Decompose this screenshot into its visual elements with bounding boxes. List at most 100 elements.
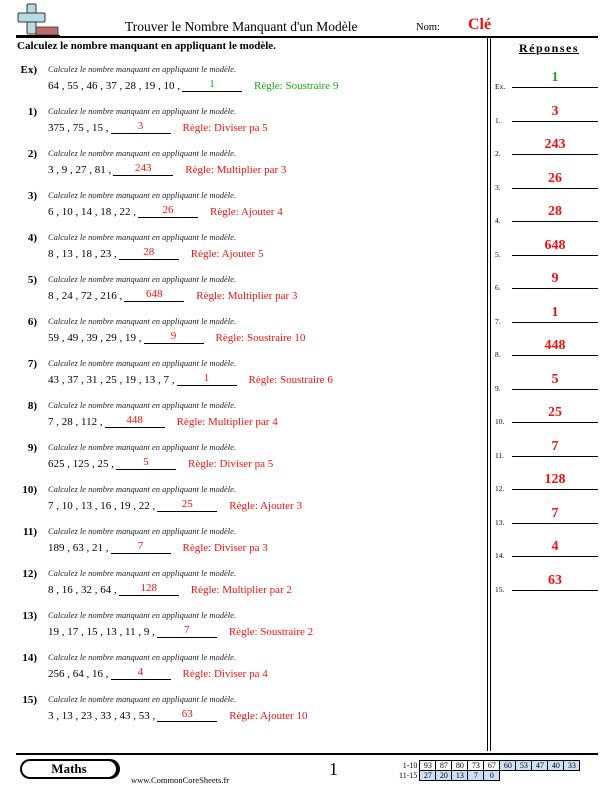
answer-blank[interactable]: 1 — [176, 372, 237, 386]
answer-blank[interactable]: 7 — [156, 624, 217, 638]
problem-number: 9) — [27, 442, 37, 454]
answer-key-label: 11. — [495, 450, 505, 460]
answer-key-value[interactable]: 1 — [512, 70, 598, 86]
answer-key-value[interactable]: 28 — [512, 204, 598, 220]
answer-key-row: 9. 5 — [495, 371, 598, 393]
answer-key-value[interactable]: 1 — [512, 305, 598, 321]
score-cell: 33 — [563, 760, 581, 771]
sequence-line: 625 , 125 , 25 , 5 Règle: Diviser pa 5 — [48, 456, 273, 470]
answer-key-row: 2. 243 — [495, 136, 598, 158]
answer-key-label: 6. — [495, 283, 501, 292]
answer-key-label: 9. — [495, 383, 501, 393]
answer-blank[interactable]: 4 — [110, 666, 171, 680]
pattern-rule: Règle: Diviser pa 3 — [182, 542, 268, 554]
answer-key-value[interactable]: 7 — [512, 506, 598, 522]
problem-prompt: Calculez le nombre manquant en appliquan… — [48, 106, 237, 116]
score-cell: 73 — [467, 760, 485, 771]
sequence-line: 3 , 9 , 27 , 81 , 243 Règle: Multiplier pa… — [48, 162, 286, 176]
problem-prompt: Calculez le nombre manquant en appliquan… — [48, 316, 237, 326]
problem-item: 8) Calculez le nombre manquant en appliqu… — [0, 400, 480, 440]
answer-blank[interactable]: 3 — [110, 120, 171, 134]
pattern-rule: Règle: Soustraire 10 — [215, 332, 306, 344]
answer-key-value[interactable]: 63 — [512, 573, 598, 589]
worksheet-title: Trouver le Nombre Manquant d'un Modèle — [125, 19, 358, 34]
answer-key-value[interactable]: 4 — [512, 539, 598, 555]
number-sequence: 59 , 49 , 39 , 29 , 19 , — [48, 332, 142, 344]
score-cell: 80 — [451, 760, 469, 771]
answer-blank[interactable]: 25 — [157, 498, 218, 512]
subject-badge: Maths — [20, 759, 120, 779]
answer-blank[interactable]: 26 — [138, 204, 198, 218]
problem-prompt: Calculez le nombre manquant en appliquan… — [48, 148, 237, 158]
answer-blank[interactable]: 243 — [113, 162, 174, 176]
problem-number: 13) — [22, 610, 37, 622]
website-link[interactable]: www.CommonCoreSheets.fr — [131, 775, 229, 785]
answer-blank[interactable]: 28 — [118, 246, 179, 260]
answer-key-value[interactable]: 26 — [512, 171, 598, 187]
problem-prompt: Calculez le nombre manquant en appliquan… — [48, 610, 237, 620]
score-cell: 13 — [451, 770, 469, 781]
answer-key-value[interactable]: 9 — [512, 271, 598, 287]
answer-key-value[interactable]: 243 — [512, 137, 598, 153]
pattern-rule: Règle: Diviser pa 5 — [182, 122, 268, 134]
problem-number: 11) — [22, 526, 37, 538]
answer-key-row: 14. 4 — [495, 538, 598, 560]
problem-item: 13) Calculez le nombre manquant en appliq… — [0, 610, 480, 650]
score-cell: 40 — [547, 760, 565, 771]
problem-item: 2) Calculez le nombre manquant en appliqu… — [0, 148, 480, 188]
number-sequence: 3 , 9 , 27 , 81 , — [48, 164, 112, 176]
answer-key-value[interactable]: 25 — [512, 405, 598, 421]
answer-blank[interactable]: 648 — [124, 288, 185, 302]
problem-prompt: Calculez le nombre manquant en appliquan… — [48, 232, 237, 242]
answer-key-label: 8. — [495, 350, 501, 359]
answer-key-line — [512, 422, 598, 423]
number-sequence: 8 , 16 , 32 , 64 , — [48, 584, 117, 596]
answer-key-label: 2. — [495, 149, 501, 158]
answer-key-value[interactable]: 7 — [512, 439, 598, 455]
score-cell-empty — [564, 771, 580, 781]
answer-blank[interactable]: 128 — [118, 582, 179, 596]
problem-prompt: Calculez le nombre manquant en appliquan… — [48, 694, 237, 704]
problem-number: 2) — [27, 148, 37, 160]
answer-blank[interactable]: 448 — [104, 414, 165, 428]
answer-key-value[interactable]: 448 — [512, 338, 598, 354]
answer-key-row: 3. 26 — [495, 170, 598, 192]
answer-key-value[interactable]: 5 — [512, 372, 598, 388]
problem-prompt: Calculez le nombre manquant en appliquan… — [48, 484, 237, 494]
sequence-line: 59 , 49 , 39 , 29 , 19 , 9 Règle: Soustrai… — [48, 330, 305, 344]
answer-blank[interactable]: 5 — [116, 456, 176, 470]
answer-key-value[interactable]: 648 — [512, 238, 598, 254]
answer-blank[interactable]: 63 — [157, 708, 218, 722]
problem-item: 9) Calculez le nombre manquant en appliqu… — [0, 442, 480, 482]
answer-key-row: 7. 1 — [495, 304, 598, 326]
score-cell: 87 — [435, 760, 453, 771]
answer-blank[interactable]: 1 — [182, 78, 242, 92]
pattern-rule: Règle: Ajouter 3 — [229, 500, 302, 512]
answer-key-value[interactable]: 3 — [512, 104, 598, 120]
answer-key-line — [512, 288, 598, 289]
answer-blank[interactable]: 9 — [143, 330, 204, 344]
score-cell-empty — [516, 771, 532, 781]
pattern-rule: Règle: Ajouter 4 — [210, 206, 283, 218]
problem-prompt: Calculez le nombre manquant en appliquan… — [48, 652, 237, 662]
problem-item: 3) Calculez le nombre manquant en appliqu… — [0, 190, 480, 230]
answer-key-label: 14. — [495, 551, 505, 560]
answer-key-value[interactable]: 128 — [512, 472, 598, 488]
answer-key-line — [512, 221, 598, 222]
problem-item: 12) Calculez le nombre manquant en appliq… — [0, 568, 480, 608]
answer-key-label: 4. — [495, 216, 501, 225]
answers-title: Réponses — [519, 41, 580, 55]
problem-item: 10) Calculez le nombre manquant en appliq… — [0, 484, 480, 524]
problem-number: 3) — [27, 190, 37, 202]
number-sequence: 6 , 10 , 14 , 18 , 22 , — [48, 206, 136, 218]
answer-key-line — [512, 522, 598, 524]
subject-label: Maths — [22, 761, 116, 777]
problem-number: 14) — [22, 652, 37, 664]
number-sequence: 189 , 63 , 21 , — [48, 542, 109, 554]
score-row: 1-10 93 87 80 73 67 60 53 47 40 33 — [397, 760, 581, 771]
pattern-rule: Règle: Diviser pa 5 — [188, 458, 274, 470]
answer-blank[interactable]: 7 — [110, 540, 171, 554]
problem-item: 6) Calculez le nombre manquant en appliqu… — [0, 316, 480, 356]
answer-key-label: 5. — [495, 249, 501, 259]
number-sequence: 8 , 24 , 72 , 216 , — [48, 290, 123, 302]
